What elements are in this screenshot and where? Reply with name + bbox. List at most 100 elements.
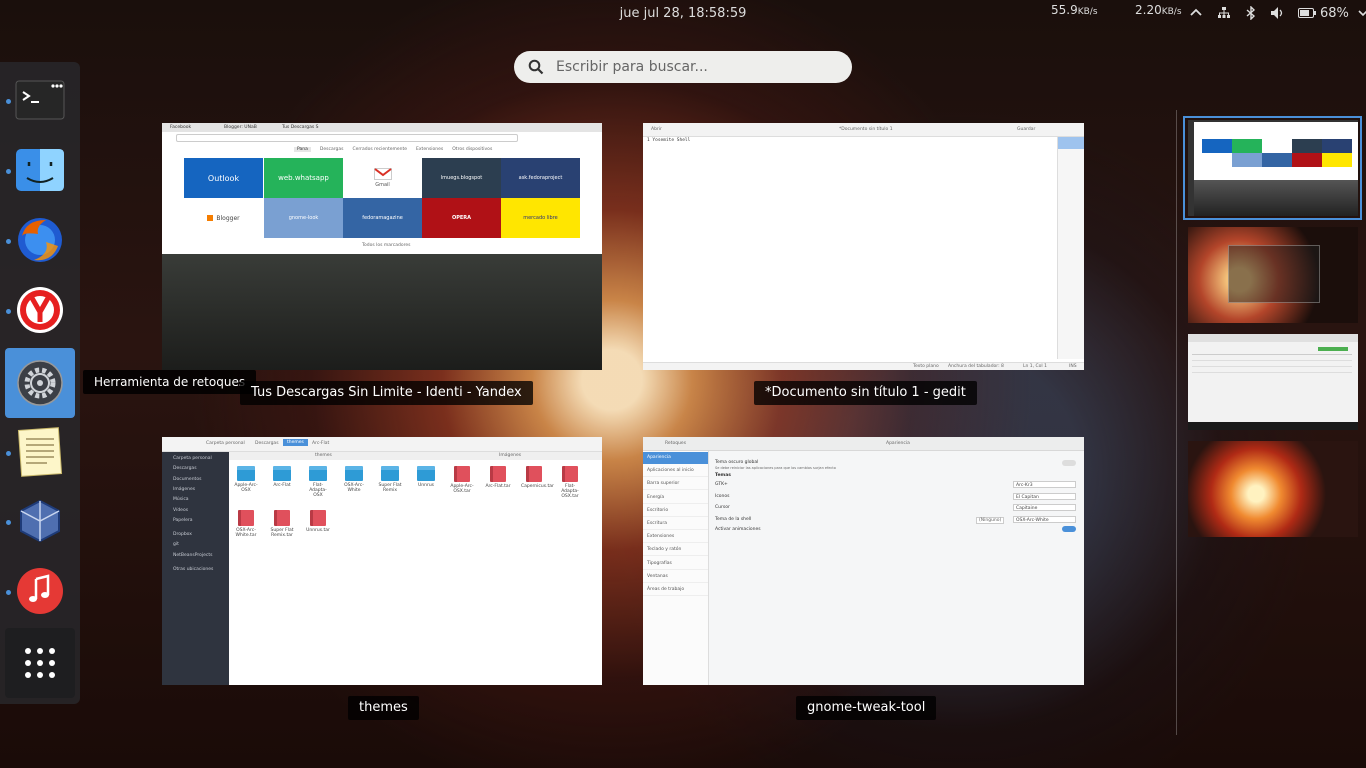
tweak-row-dropdown[interactable]: El Capitan <box>1013 492 1076 500</box>
file-item[interactable]: OSX-Arc-White.tar <box>233 510 259 538</box>
files-sidebar-item[interactable]: Dropbox <box>173 532 192 537</box>
tweak-sidebar-item[interactable]: Extensiones <box>643 531 708 544</box>
path-button[interactable]: Carpeta personal <box>206 441 245 446</box>
speed-dial-tile[interactable]: gnome-look <box>264 198 343 238</box>
workspace-4[interactable] <box>1188 441 1358 537</box>
bluetooth-icon[interactable] <box>1246 6 1256 20</box>
file-item[interactable]: Capernicus.tar <box>521 466 554 489</box>
files-sidebar-item[interactable]: Imágenes <box>173 487 195 492</box>
search-box[interactable] <box>514 51 852 83</box>
dash-app-tweak-tool[interactable] <box>5 348 75 418</box>
files-sidebar-item[interactable]: NetBeansProjects <box>173 553 212 558</box>
save-button[interactable]: Guardar <box>1017 127 1035 132</box>
tweak-sidebar-item[interactable]: Áreas de trabajo <box>643 584 708 596</box>
dash-app-music[interactable] <box>5 556 75 626</box>
speed-dial-tile[interactable]: Outlook <box>184 158 263 198</box>
file-item[interactable]: OSX-Arc-White <box>341 466 367 493</box>
show-apps-button[interactable] <box>5 628 75 698</box>
volume-icon[interactable] <box>1270 6 1286 20</box>
battery-percent: 68% <box>1320 5 1349 21</box>
file-item[interactable]: Arc-Flat <box>269 466 295 488</box>
dash-app-notes[interactable] <box>5 417 75 487</box>
tweak-sidebar-item[interactable]: Tipografías <box>643 558 708 570</box>
speed-dial-tile[interactable]: web.whatsapp <box>264 158 343 198</box>
tweak-sidebar-item[interactable]: Apariencia <box>643 452 708 464</box>
file-item[interactable]: Flat-Adapta-OSX.tar <box>557 466 583 499</box>
path-button[interactable]: Descargas <box>255 441 279 446</box>
browser-tab[interactable]: Tus Descargas S <box>282 125 319 130</box>
animations-switch[interactable] <box>1062 526 1076 532</box>
files-sidebar-item[interactable]: Música <box>173 497 189 502</box>
speed-dial-tile[interactable]: mercado libre <box>501 198 580 238</box>
speed-dial-tile[interactable]: Gmail <box>343 158 422 198</box>
nav-link[interactable]: Otros dispositivos <box>452 147 492 152</box>
files-sidebar-item[interactable]: git <box>173 542 179 547</box>
dash-app-yandex[interactable] <box>5 275 75 345</box>
open-button[interactable]: Abrir <box>651 127 662 132</box>
tweak-row-dropdown[interactable]: Arc-Kr3 <box>1013 481 1076 488</box>
global-dark-switch[interactable] <box>1062 460 1076 466</box>
workspace-1[interactable] <box>1188 120 1358 216</box>
file-item[interactable]: Apple-Arc-OSX.tar <box>449 466 475 494</box>
dash-app-firefox[interactable] <box>5 205 75 275</box>
file-item[interactable]: Super Flat Remix <box>377 466 403 493</box>
search-input[interactable] <box>554 58 838 76</box>
status-tab-width[interactable]: Anchura del tabulador: 8 <box>948 364 1004 369</box>
nav-link[interactable]: Pana <box>294 147 311 152</box>
files-tab[interactable]: themes <box>315 453 332 458</box>
shell-theme-file-button[interactable]: (Ninguno) <box>976 517 1005 524</box>
file-item[interactable]: Apple-Arc-OSX <box>233 466 259 493</box>
files-sidebar-item[interactable]: Papelera <box>173 518 193 523</box>
file-item[interactable]: Flat-Adapta-OSX <box>305 466 331 498</box>
speed-dial-tile[interactable]: ask.fedoraproject <box>501 158 580 198</box>
tweak-sidebar-item[interactable]: Aplicaciones al inicio <box>643 465 708 478</box>
status-language[interactable]: Texto plano <box>913 364 939 369</box>
workspace-2[interactable] <box>1188 227 1358 323</box>
files-sidebar-item[interactable]: Vídeos <box>173 508 188 513</box>
window-browser[interactable]: Facebook Blogger: UNaB Tus Descargas S P… <box>162 123 602 370</box>
browser-address-bar[interactable] <box>176 134 518 142</box>
system-tray[interactable]: 68% <box>1189 4 1366 22</box>
battery-icon[interactable] <box>1298 8 1316 18</box>
workspace-3[interactable] <box>1188 334 1358 430</box>
file-item[interactable]: Unnrus.tar <box>305 510 331 533</box>
path-button[interactable]: Arc-Flat <box>312 441 329 446</box>
file-item[interactable]: Super Flat Remix.tar <box>269 510 295 538</box>
tweak-sidebar-item[interactable]: Escritura <box>643 518 708 530</box>
tweak-row-dropdown[interactable]: OSX-Arc-White <box>1013 515 1076 523</box>
files-sidebar-item[interactable]: Otras ubicaciones <box>173 567 213 572</box>
path-button-current[interactable]: themes <box>283 439 308 446</box>
dash-app-terminal[interactable] <box>5 65 75 135</box>
dash-app-virtualbox[interactable] <box>5 486 75 556</box>
file-item[interactable]: Unnrus <box>413 466 439 488</box>
network-wired-icon[interactable] <box>1217 6 1231 20</box>
editor-text[interactable]: 1 Yosemite Shell <box>647 138 690 143</box>
speed-dial-tile[interactable]: Blogger <box>184 198 263 238</box>
chevron-up-icon[interactable] <box>1189 6 1203 20</box>
dash-app-finder[interactable] <box>5 135 75 205</box>
files-sidebar-item[interactable]: Documentos <box>173 477 201 482</box>
window-tweak-tool[interactable]: Retoques Apariencia Apariencia Aplicacion… <box>643 437 1084 685</box>
tweak-row-dropdown[interactable]: Capitaine <box>1013 504 1076 511</box>
tweak-sidebar-item[interactable]: Escritorio <box>643 505 708 517</box>
tweak-sidebar-item[interactable]: Ventanas <box>643 571 708 583</box>
chevron-down-icon[interactable] <box>1357 7 1366 19</box>
speed-dial-tile[interactable]: fedoramagazine <box>343 198 422 238</box>
files-tab[interactable]: Imágenes <box>499 453 521 458</box>
tweak-sidebar-item[interactable]: Teclado y ratón <box>643 544 708 557</box>
speed-dial-tile[interactable]: lmuegs.blogspot <box>422 158 501 198</box>
nav-link[interactable]: Extensiones <box>416 147 443 152</box>
all-bookmarks-link[interactable]: Todos los marcadores <box>362 243 411 248</box>
browser-tab[interactable]: Facebook <box>170 125 191 130</box>
nav-link[interactable]: Cerrados recientemente <box>352 147 407 152</box>
browser-tab[interactable]: Blogger: UNaB <box>224 125 257 130</box>
tweak-sidebar-item[interactable]: Energía <box>643 492 708 504</box>
window-files[interactable]: Carpeta personal Descargas themes Arc-Fl… <box>162 437 602 685</box>
file-item[interactable]: Arc-Flat.tar <box>485 466 511 489</box>
tweak-sidebar-item[interactable]: Barra superior <box>643 478 708 491</box>
nav-link[interactable]: Descargas <box>320 147 344 152</box>
files-sidebar-item[interactable]: Carpeta personal <box>173 456 212 461</box>
window-gedit[interactable]: Abrir *Documento sin título 1 Guardar 1 … <box>643 123 1084 370</box>
files-sidebar-item[interactable]: Descargas <box>173 466 197 471</box>
speed-dial-tile[interactable]: OPERA <box>422 198 501 238</box>
